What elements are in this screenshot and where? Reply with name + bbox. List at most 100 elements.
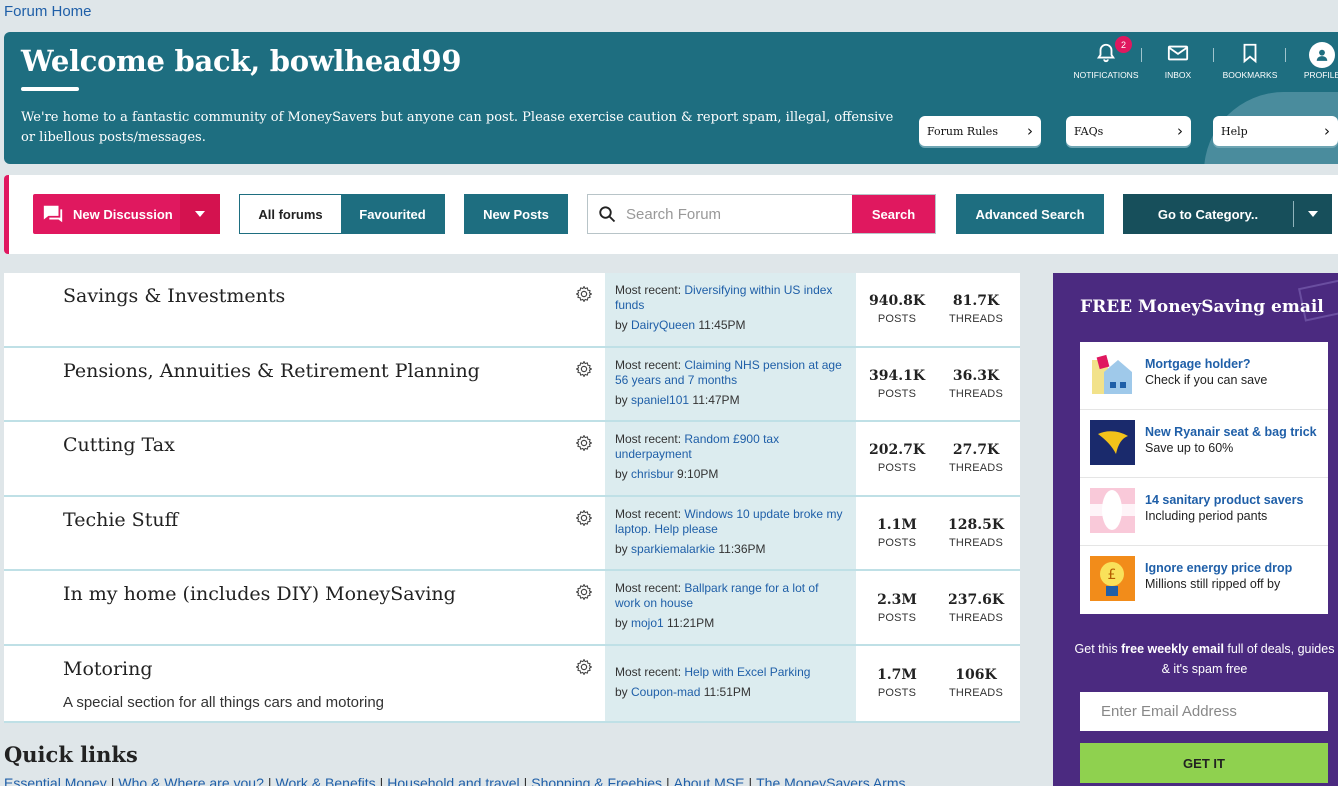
- go-to-category-dropdown[interactable]: Go to Category..: [1123, 194, 1332, 234]
- most-recent-label: Most recent:: [615, 581, 685, 596]
- forum-description: A special section for all things cars an…: [63, 693, 384, 711]
- most-recent-post: Most recent: Help with Excel Parking by C…: [605, 645, 856, 721]
- favourited-tab[interactable]: Favourited: [341, 195, 444, 233]
- threads-label: THREADS: [949, 611, 1003, 624]
- threads-count: 27.7K: [952, 442, 1000, 459]
- quick-link[interactable]: The MoneySavers Arms: [756, 775, 905, 786]
- author-link[interactable]: chrisbur: [631, 467, 674, 481]
- search-icon: [599, 206, 616, 223]
- gear-icon[interactable]: [575, 360, 593, 378]
- forum-row[interactable]: Pensions, Annuities & Retirement Plannin…: [4, 347, 1020, 423]
- most-recent-label: Most recent:: [615, 506, 685, 521]
- quick-link[interactable]: About MSE: [674, 775, 745, 786]
- forum-search: Search: [587, 194, 936, 234]
- search-button[interactable]: Search: [852, 195, 935, 233]
- svg-text:£: £: [1108, 567, 1117, 583]
- post-time: 11:47PM: [692, 392, 740, 407]
- posts-label: POSTS: [877, 462, 917, 475]
- forum-row[interactable]: Cutting Tax Most recent: Random £900 tax …: [4, 422, 1020, 497]
- faqs-link[interactable]: FAQs ›: [1066, 116, 1191, 146]
- bookmarks-button[interactable]: BOOKMARKS: [1214, 42, 1286, 80]
- chevron-down-icon[interactable]: [180, 194, 220, 234]
- posts-label: POSTS: [877, 537, 917, 550]
- promo-subtitle: Millions still ripped off by: [1145, 577, 1281, 591]
- promo-description: Get this free weekly email full of deals…: [1073, 639, 1336, 679]
- chevron-right-icon: ›: [1027, 122, 1033, 140]
- promo-title: New Ryanair seat & bag trick: [1145, 425, 1317, 439]
- quick-link[interactable]: Work & Benefits: [276, 775, 376, 786]
- promo-item[interactable]: New Ryanair seat & bag trick Save up to 6…: [1080, 410, 1328, 478]
- all-forums-tab[interactable]: All forums: [240, 195, 341, 233]
- recent-thread-link[interactable]: Help with Excel Parking: [684, 665, 810, 679]
- community-notice: We're home to a fantastic community of M…: [21, 110, 894, 145]
- forum-title[interactable]: In my home (includes DIY) MoneySaving: [63, 583, 456, 605]
- search-input[interactable]: [626, 195, 852, 233]
- threads-count: 128.5K: [947, 517, 1004, 534]
- link-separator: |: [110, 775, 115, 786]
- title-underline: [21, 87, 79, 91]
- quick-link[interactable]: Household and travel: [387, 775, 519, 786]
- notifications-label: NOTIFICATIONS: [1073, 70, 1139, 80]
- gear-icon[interactable]: [575, 285, 593, 303]
- threads-stat: 81.7K THREADS: [936, 273, 1016, 346]
- notification-count-badge: 2: [1115, 36, 1132, 53]
- new-posts-button[interactable]: New Posts: [464, 194, 568, 234]
- promo-subtitle: Including period pants: [1145, 509, 1268, 523]
- quick-link[interactable]: Who & Where are you?: [118, 775, 264, 786]
- gear-icon[interactable]: [575, 509, 593, 527]
- author-link[interactable]: spaniel101: [631, 393, 689, 407]
- link-separator: |: [379, 775, 384, 786]
- promo-description-start: Get this: [1074, 642, 1122, 656]
- advanced-search-button[interactable]: Advanced Search: [956, 194, 1104, 234]
- promo-item[interactable]: Mortgage holder? Check if you can save: [1080, 342, 1328, 410]
- help-link[interactable]: Help ›: [1213, 116, 1338, 146]
- threads-stat: 237.6K THREADS: [936, 571, 1016, 644]
- promo-item[interactable]: £ Ignore energy price drop Millions still…: [1080, 546, 1328, 614]
- forum-row[interactable]: Motoring A special section for all things…: [4, 645, 1020, 723]
- quick-link[interactable]: Shopping & Freebies: [531, 775, 662, 786]
- lightbulb-icon: £: [1090, 556, 1135, 601]
- link-separator: |: [666, 775, 670, 786]
- breadcrumb-forum-home[interactable]: Forum Home: [4, 3, 92, 20]
- gear-icon[interactable]: [575, 658, 593, 676]
- forum-title[interactable]: Techie Stuff: [63, 509, 178, 531]
- quick-link[interactable]: Essential Money: [4, 775, 107, 786]
- author-link[interactable]: Coupon-mad: [631, 685, 700, 699]
- posts-count: 394.1K: [868, 367, 925, 384]
- forum-rules-link[interactable]: Forum Rules ›: [919, 116, 1041, 146]
- promo-heading: FREE MoneySaving email: [1080, 297, 1324, 317]
- forum-title[interactable]: Pensions, Annuities & Retirement Plannin…: [63, 360, 480, 382]
- author-link[interactable]: sparkiemalarkie: [631, 542, 715, 556]
- notifications-button[interactable]: 2 NOTIFICATIONS: [1070, 36, 1142, 80]
- most-recent-label: Most recent:: [615, 283, 685, 297]
- forum-toolbar: New Discussion All forums Favourited New…: [4, 175, 1338, 254]
- threads-count: 36.3K: [952, 367, 1000, 384]
- forum-title[interactable]: Cutting Tax: [63, 434, 175, 456]
- forum-filter-toggle: All forums Favourited: [239, 194, 445, 234]
- promo-item[interactable]: 14 sanitary product savers Including peri…: [1080, 478, 1328, 546]
- forum-row[interactable]: Savings & Investments Most recent: Divers…: [4, 273, 1020, 348]
- link-separator: |: [748, 775, 753, 786]
- inbox-button[interactable]: INBOX: [1142, 42, 1214, 80]
- gear-icon[interactable]: [575, 434, 593, 452]
- get-it-button[interactable]: GET IT: [1080, 743, 1328, 783]
- forum-row[interactable]: Techie Stuff Most recent: Windows 10 upda…: [4, 496, 1020, 572]
- promo-list: Mortgage holder? Check if you can save Ne…: [1080, 342, 1328, 614]
- new-discussion-label: New Discussion: [73, 206, 173, 222]
- promo-title: Ignore energy price drop: [1145, 561, 1293, 575]
- by-label: by: [615, 616, 632, 631]
- threads-stat: 106K THREADS: [936, 646, 1016, 721]
- author-link[interactable]: DairyQueen: [631, 318, 695, 332]
- ryanair-icon: [1090, 420, 1135, 465]
- gear-icon[interactable]: [575, 583, 593, 601]
- author-link[interactable]: mojo1: [631, 616, 664, 630]
- most-recent-label: Most recent:: [615, 357, 685, 372]
- faqs-label: FAQs: [1074, 124, 1104, 138]
- new-discussion-button[interactable]: New Discussion: [33, 194, 220, 234]
- forum-title[interactable]: Savings & Investments: [63, 285, 285, 307]
- forum-title[interactable]: Motoring: [63, 658, 153, 680]
- threads-stat: 27.7K THREADS: [936, 422, 1016, 495]
- profile-button[interactable]: PROFILE: [1286, 42, 1338, 80]
- forum-row[interactable]: In my home (includes DIY) MoneySaving Mos…: [4, 571, 1020, 646]
- email-field[interactable]: [1080, 692, 1328, 731]
